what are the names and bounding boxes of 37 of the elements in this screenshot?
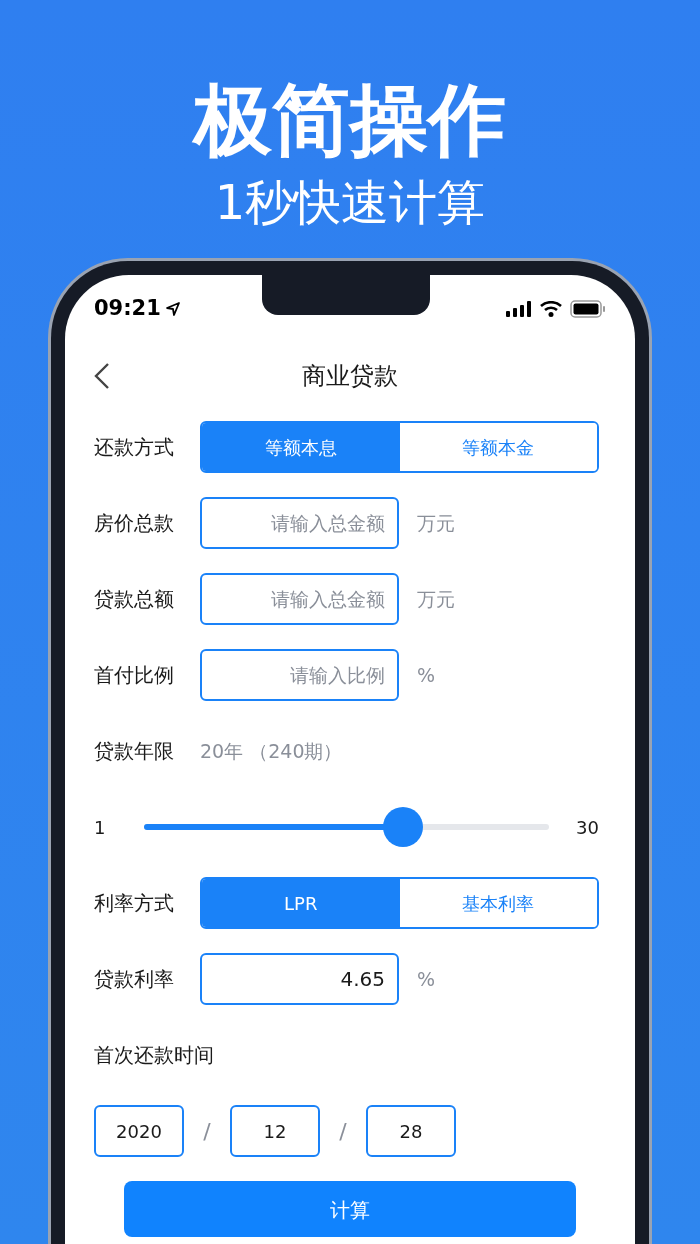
date-separator: / — [202, 1117, 212, 1146]
field-label: 房价总款 — [94, 510, 175, 537]
date-separator: / — [338, 1117, 348, 1146]
location-icon — [164, 301, 181, 317]
calculate-button[interactable]: 计算 — [124, 1181, 576, 1237]
unit-label: % — [417, 966, 436, 992]
date-field[interactable]: 2020 — [94, 1105, 184, 1157]
subheadline: 1秒快速计算 — [214, 173, 486, 232]
date-field[interactable]: 28 — [366, 1105, 456, 1157]
input-field[interactable]: 请输入总金额 — [200, 573, 399, 625]
signal-icon — [506, 301, 532, 317]
field-label: 贷款总额 — [94, 586, 175, 613]
field-label: 首次还款时间 — [94, 1042, 214, 1069]
unit-label: % — [417, 662, 436, 688]
back-icon[interactable] — [94, 362, 110, 390]
input-field[interactable]: 4.65 — [200, 953, 399, 1005]
status-time: 09:21 — [94, 295, 161, 323]
wifi-icon — [540, 301, 562, 317]
segment-tab[interactable]: 等额本息 — [202, 423, 400, 471]
headline: 极简操作 — [194, 74, 506, 167]
input-field[interactable]: 请输入比例 — [200, 649, 399, 701]
field-label: 利率方式 — [94, 890, 175, 917]
battery-icon — [570, 300, 606, 318]
slider-min: 1 — [94, 815, 107, 840]
field-label: 还款方式 — [94, 434, 175, 461]
slider-max: 30 — [576, 815, 599, 840]
field-label: 贷款利率 — [94, 966, 175, 993]
field-label: 贷款年限 — [94, 738, 175, 765]
unit-label: 万元 — [417, 586, 455, 612]
slider-thumb[interactable] — [383, 807, 424, 847]
date-field[interactable]: 12 — [230, 1105, 320, 1157]
term-value: 20年 （240期） — [200, 738, 343, 764]
page-title: 商业贷款 — [302, 361, 398, 392]
unit-label: 万元 — [417, 510, 455, 536]
segment-tab[interactable]: LPR — [202, 879, 400, 927]
field-label: 首付比例 — [94, 662, 175, 689]
input-field[interactable]: 请输入总金额 — [200, 497, 399, 549]
